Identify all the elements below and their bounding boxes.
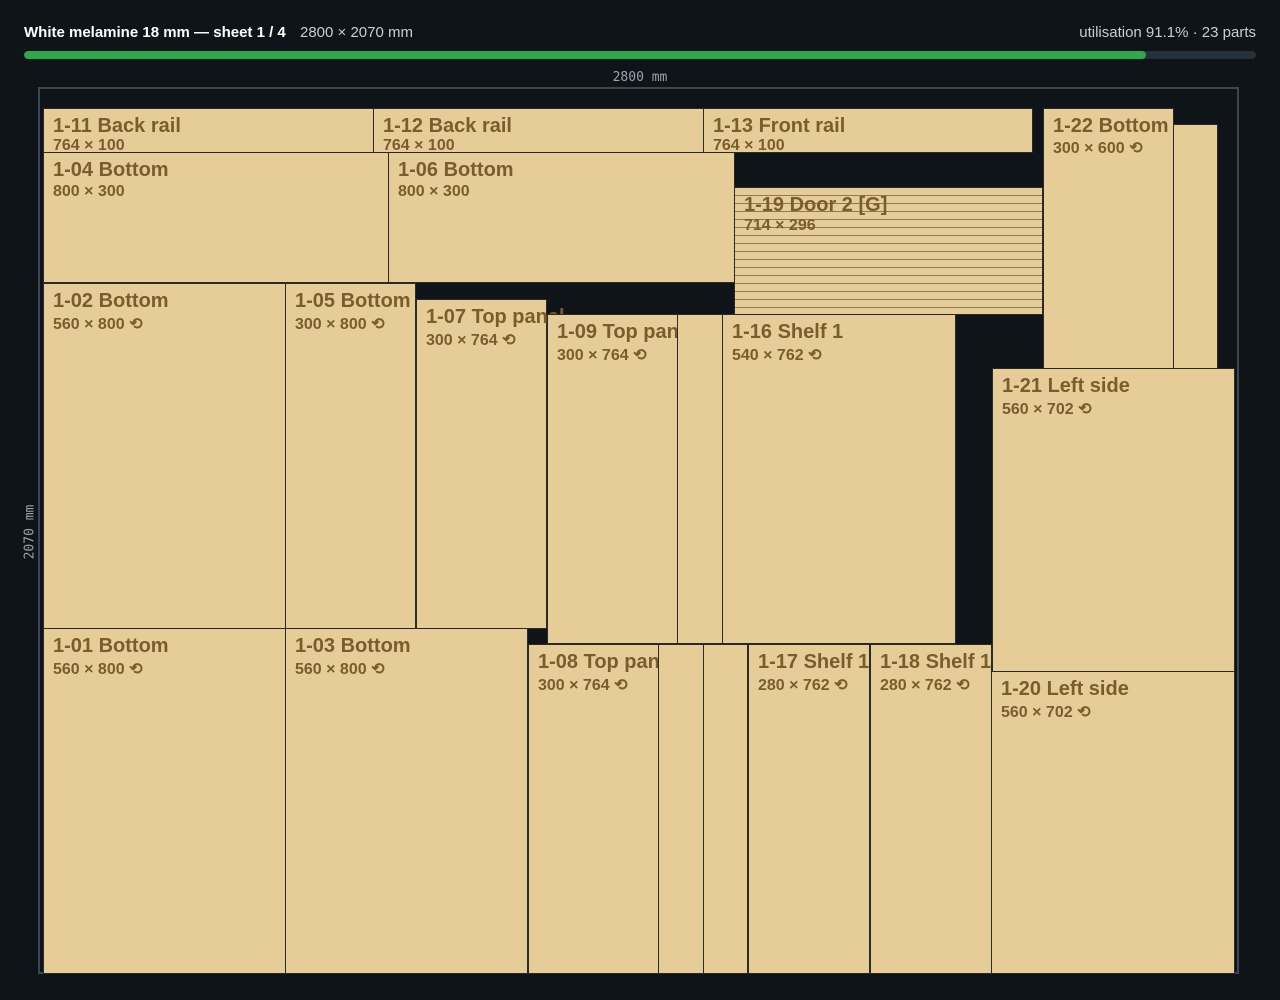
part-name: 1-03 Bottom [295,635,411,657]
part-1-21[interactable]: 1-21 Left side 560 × 702 ⟲ [992,368,1235,672]
part-1-03[interactable]: 1-03 Bottom 560 × 800 ⟲ [285,628,528,974]
part-1-09[interactable]: 1-09 Top panel 300 × 764 ⟲ [547,314,678,644]
part-dimensions: 800 × 300 [53,183,125,200]
part-unlabelled-strip-b[interactable] [677,314,723,644]
part-1-11[interactable]: 1-11 Back rail 764 × 100 [43,108,374,154]
part-1-07[interactable]: 1-07 Top panel 300 × 764 ⟲ [416,299,565,629]
part-name: 1-13 Front rail [713,115,846,137]
part-dimensions: 560 × 800 ⟲ [53,661,143,678]
part-unlabelled-strip-c[interactable] [658,644,704,974]
part-1-19[interactable]: 1-19 Door 2 [G] 714 × 296 [734,187,1043,315]
part-1-04[interactable]: 1-04 Bottom 800 × 300 [43,152,389,283]
part-dimensions: 300 × 600 ⟲ [1053,140,1143,157]
part-name: 1-01 Bottom [53,635,169,657]
part-1-01[interactable]: 1-01 Bottom 560 × 800 ⟲ [43,628,286,974]
part-name: 1-12 Back rail [383,115,512,137]
sheet-height-label: 2070 mm [22,504,38,560]
part-1-12[interactable]: 1-12 Back rail 764 × 100 [373,108,704,154]
part-name: 1-05 Bottom [295,290,411,312]
part-unlabelled-strip-a[interactable] [1173,124,1218,369]
utilisation-bar-fill [24,51,1147,59]
part-name: 1-19 Door 2 [G] [744,194,888,216]
part-name: 1-09 Top panel [557,321,678,343]
part-dimensions: 560 × 800 ⟲ [295,661,385,678]
part-dimensions: 300 × 764 ⟲ [557,347,647,364]
part-dimensions: 714 × 296 [744,217,816,234]
part-1-06[interactable]: 1-06 Bottom 800 × 300 [388,152,735,283]
part-dimensions: 560 × 800 ⟲ [53,316,143,333]
part-name: 1-07 Top panel [426,306,565,328]
part-name: 1-17 Shelf 1 [758,651,870,673]
part-1-22[interactable]: 1-22 Bottom 300 × 600 ⟲ [1043,108,1174,369]
part-dimensions: 280 × 762 ⟲ [758,677,848,694]
part-unlabelled-strip-d[interactable] [703,644,748,974]
part-name: 1-08 Top panel [538,651,659,673]
part-dimensions: 560 × 702 ⟲ [1001,704,1091,721]
part-name: 1-02 Bottom [53,290,169,312]
part-1-13[interactable]: 1-13 Front rail 764 × 100 [703,108,1033,154]
part-1-16[interactable]: 1-16 Shelf 1 540 × 762 ⟲ [722,314,956,644]
part-dimensions: 540 × 762 ⟲ [732,347,822,364]
utilisation-summary: utilisation 91.1% · 23 parts [1079,24,1256,41]
part-name: 1-04 Bottom [53,159,169,181]
part-dimensions: 300 × 764 ⟲ [538,677,628,694]
part-1-08[interactable]: 1-08 Top panel 300 × 764 ⟲ [528,644,659,974]
part-dimensions: 280 × 762 ⟲ [880,677,970,694]
sheet-title: White melamine 18 mm — sheet 1 / 4 [24,24,286,41]
part-name: 1-11 Back rail [53,115,181,137]
part-name: 1-06 Bottom [398,159,514,181]
part-1-20[interactable]: 1-20 Left side 560 × 702 ⟲ [991,671,1235,974]
part-name: 1-22 Bottom [1053,115,1169,137]
part-dimensions: 800 × 300 [398,183,470,200]
sheet-width-label: 2800 mm [612,70,668,85]
part-1-17[interactable]: 1-17 Shelf 1 280 × 762 ⟲ [748,644,870,974]
sheet-header: White melamine 18 mm — sheet 1 / 4 2800 … [24,24,1256,44]
part-1-02[interactable]: 1-02 Bottom 560 × 800 ⟲ [43,283,286,629]
part-1-05[interactable]: 1-05 Bottom 300 × 800 ⟲ [285,283,416,629]
sheet-dimensions: 2800 × 2070 mm [300,24,413,41]
part-name: 1-18 Shelf 1 [880,651,992,673]
part-1-18[interactable]: 1-18 Shelf 1 280 × 762 ⟲ [870,644,992,974]
part-name: 1-21 Left side [1002,375,1130,397]
part-dimensions: 300 × 800 ⟲ [295,316,385,333]
cutting-sheet: 1-11 Back rail 764 × 100 1-12 Back rail … [38,87,1239,974]
part-dimensions: 560 × 702 ⟲ [1002,401,1092,418]
utilisation-bar [24,51,1256,59]
part-dimensions: 300 × 764 ⟲ [426,332,516,349]
part-name: 1-16 Shelf 1 [732,321,844,343]
part-name: 1-20 Left side [1001,678,1129,700]
